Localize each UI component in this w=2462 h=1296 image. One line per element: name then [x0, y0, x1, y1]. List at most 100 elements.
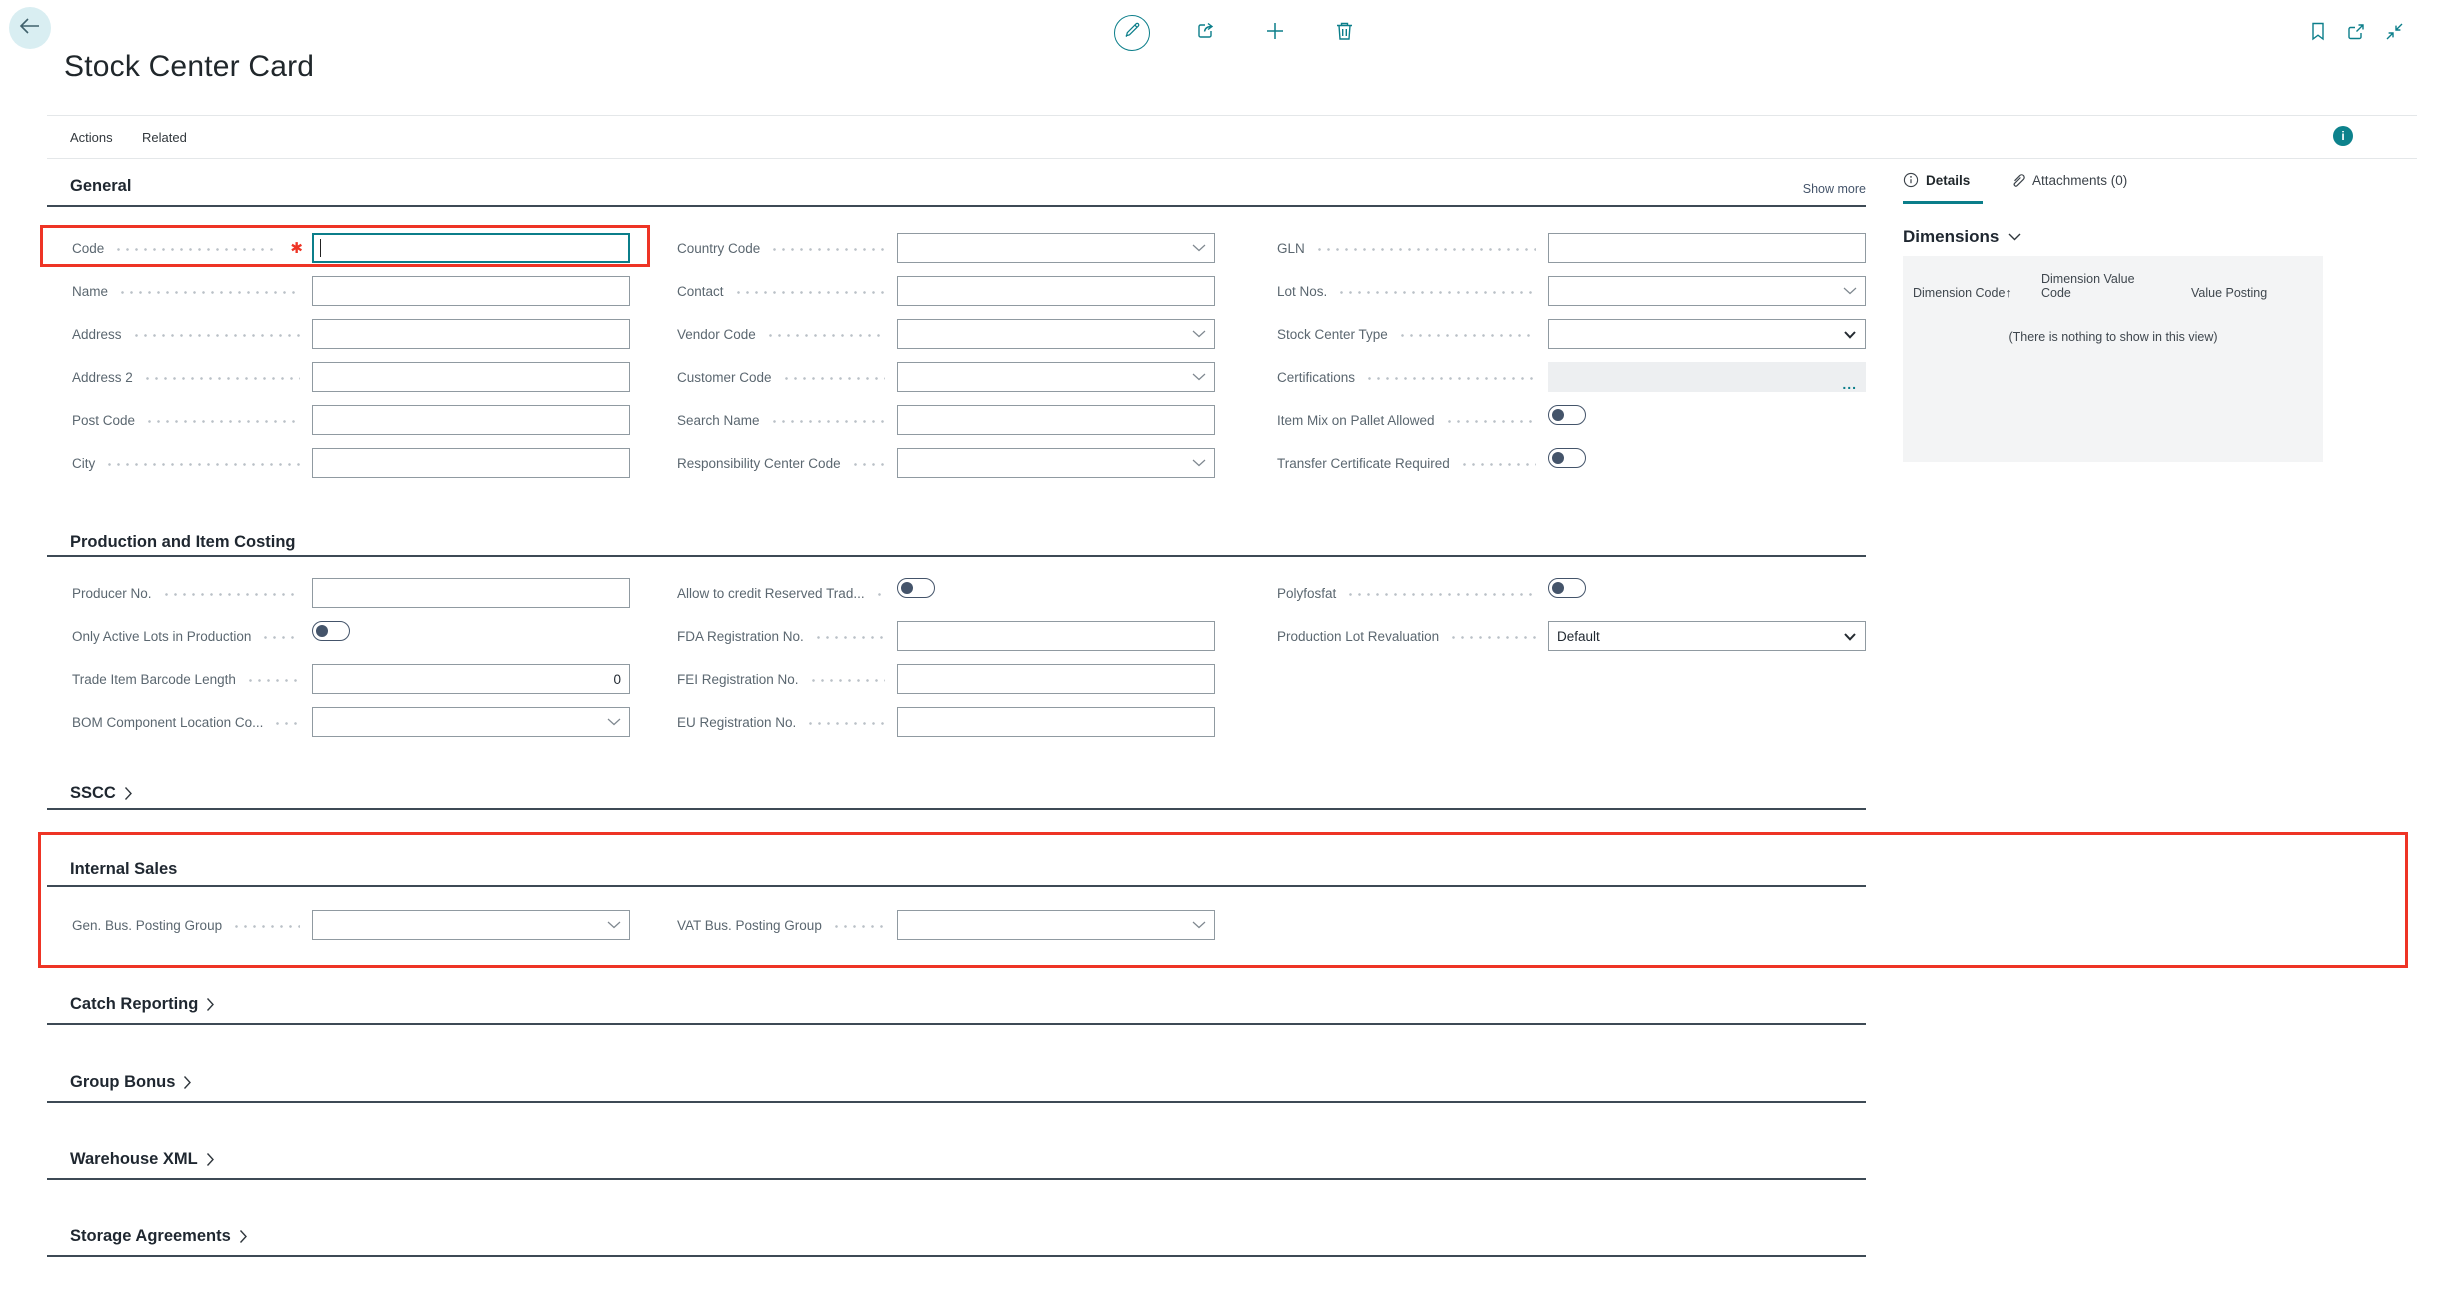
- section-storage-agreements-heading[interactable]: Storage Agreements: [70, 1227, 248, 1246]
- leader-dots: [809, 679, 885, 682]
- leader-dots: [261, 636, 300, 639]
- section-general-heading[interactable]: General: [70, 177, 131, 196]
- field-row-country-code: Country Code: [677, 233, 1215, 263]
- field-row-allow-to-credit: Allow to credit Reserved Trad...: [677, 578, 1215, 608]
- item-mix-on-pallet-allowed-toggle[interactable]: [1548, 405, 1586, 425]
- leader-dots: [143, 377, 300, 380]
- section-sscc-heading[interactable]: SSCC: [70, 784, 133, 803]
- lot-nos-lookup[interactable]: [1548, 276, 1866, 306]
- column-label: Value Posting: [2191, 286, 2267, 300]
- field-label: Transfer Certificate Required: [1277, 456, 1450, 471]
- field-row-lot-nos: Lot Nos.: [1277, 276, 1866, 306]
- dimensions-heading[interactable]: Dimensions: [1903, 227, 2021, 247]
- only-active-lots-in-production-toggle[interactable]: [312, 621, 350, 641]
- gln-input[interactable]: [1548, 233, 1866, 263]
- leader-dots: [246, 679, 300, 682]
- search-name-input[interactable]: [897, 405, 1215, 435]
- contact-input[interactable]: [897, 276, 1215, 306]
- chevron-right-icon: [239, 1229, 248, 1244]
- address-input[interactable]: [312, 319, 630, 349]
- fei-registration-no-input[interactable]: [897, 664, 1215, 694]
- section-production-underline: [47, 555, 1866, 557]
- certifications-assist-edit[interactable]: ...: [1548, 362, 1866, 392]
- section-internal-sales-heading[interactable]: Internal Sales: [70, 860, 177, 879]
- delete-button[interactable]: [1326, 15, 1362, 51]
- eu-registration-no-input[interactable]: [897, 707, 1215, 737]
- field-label: Address: [72, 327, 122, 342]
- country-code-lookup[interactable]: [897, 233, 1215, 263]
- field-row-address: Address: [72, 319, 630, 349]
- edit-button[interactable]: [1114, 15, 1150, 51]
- field-label: Contact: [677, 284, 724, 299]
- chevron-down-icon: [1844, 331, 1856, 339]
- info-icon[interactable]: i: [2333, 126, 2353, 146]
- city-input[interactable]: [312, 448, 630, 478]
- transfer-certificate-required-toggle[interactable]: [1548, 448, 1586, 468]
- section-production-heading[interactable]: Production and Item Costing: [70, 533, 296, 552]
- share-button[interactable]: [1187, 15, 1223, 51]
- field-label: Address 2: [72, 370, 133, 385]
- field-row-address-2: Address 2: [72, 362, 630, 392]
- leader-dots: [1365, 377, 1536, 380]
- tab-attachments[interactable]: Attachments (0): [2010, 172, 2127, 189]
- leader-dots: [232, 925, 300, 928]
- responsibility-center-code-lookup[interactable]: [897, 448, 1215, 478]
- stock-center-type-select[interactable]: [1548, 319, 1866, 349]
- leader-dots: [1460, 463, 1536, 466]
- leader-dots: [875, 593, 885, 596]
- customer-code-lookup[interactable]: [897, 362, 1215, 392]
- vat-bus-posting-group-lookup[interactable]: [897, 910, 1215, 940]
- field-row-post-code: Post Code: [72, 405, 630, 435]
- section-group-bonus-label: Group Bonus: [70, 1073, 175, 1092]
- section-general-label: General: [70, 177, 131, 196]
- leader-dots: [1398, 334, 1536, 337]
- bookmark-button[interactable]: [2306, 22, 2330, 46]
- new-button[interactable]: [1257, 15, 1293, 51]
- leader-dots: [105, 463, 300, 466]
- info-circle-icon: [1903, 172, 1919, 188]
- producer-no-input[interactable]: [312, 578, 630, 608]
- trade-item-barcode-length-input[interactable]: [312, 664, 630, 694]
- leader-dots: [766, 334, 885, 337]
- field-row-item-mix: Item Mix on Pallet Allowed: [1277, 405, 1866, 435]
- field-row-bom-component-location: BOM Component Location Co...: [72, 707, 630, 737]
- section-group-bonus-heading[interactable]: Group Bonus: [70, 1073, 192, 1092]
- allow-to-credit-reserved-trade-toggle[interactable]: [897, 578, 935, 598]
- field-label: Allow to credit Reserved Trad...: [677, 586, 865, 601]
- column-header-value-posting[interactable]: Value Posting: [2191, 286, 2321, 300]
- section-warehouse-xml-heading[interactable]: Warehouse XML: [70, 1150, 215, 1169]
- column-header-dimension-value-code[interactable]: Dimension Value Code: [2041, 272, 2191, 300]
- vendor-code-lookup[interactable]: [897, 319, 1215, 349]
- field-row-responsibility-center: Responsibility Center Code: [677, 448, 1215, 478]
- polyfosfat-toggle[interactable]: [1548, 578, 1586, 598]
- tab-details[interactable]: Details: [1903, 172, 1970, 188]
- menu-actions[interactable]: Actions: [70, 130, 113, 145]
- production-lot-revaluation-select[interactable]: Default: [1548, 621, 1866, 651]
- leader-dots: [770, 248, 885, 251]
- dimensions-heading-label: Dimensions: [1903, 227, 1999, 247]
- section-catch-reporting-heading[interactable]: Catch Reporting: [70, 995, 215, 1014]
- field-label: Only Active Lots in Production: [72, 629, 251, 644]
- menu-related[interactable]: Related: [142, 130, 187, 145]
- leader-dots: [114, 248, 278, 251]
- leader-dots: [1315, 248, 1536, 251]
- paperclip-icon: [2010, 172, 2025, 189]
- back-button[interactable]: [9, 7, 51, 49]
- show-more-link[interactable]: Show more: [1740, 182, 1866, 196]
- name-input[interactable]: [312, 276, 630, 306]
- tab-details-label: Details: [1926, 173, 1970, 188]
- open-in-new-window-button[interactable]: [2344, 22, 2368, 46]
- section-internal-sales-label: Internal Sales: [70, 860, 177, 879]
- field-label: City: [72, 456, 95, 471]
- collapse-button[interactable]: [2382, 22, 2406, 46]
- code-input[interactable]: [312, 233, 630, 263]
- gen-bus-posting-group-lookup[interactable]: [312, 910, 630, 940]
- address-2-input[interactable]: [312, 362, 630, 392]
- field-label: BOM Component Location Co...: [72, 715, 263, 730]
- post-code-input[interactable]: [312, 405, 630, 435]
- column-header-dimension-code[interactable]: Dimension Code↑: [1913, 286, 2041, 300]
- leader-dots: [132, 334, 300, 337]
- fda-registration-no-input[interactable]: [897, 621, 1215, 651]
- bom-component-location-code-lookup[interactable]: [312, 707, 630, 737]
- field-row-producer-no: Producer No.: [72, 578, 630, 608]
